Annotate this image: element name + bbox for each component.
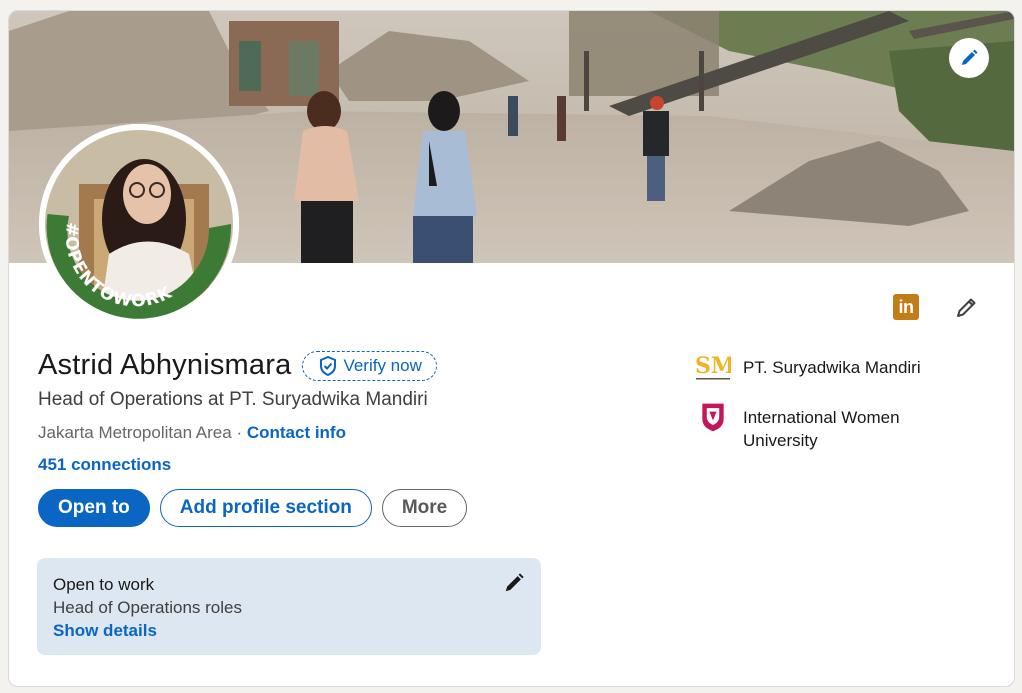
pencil-icon: [505, 573, 524, 592]
edit-cover-button[interactable]: [949, 38, 989, 78]
affiliation-school[interactable]: International Women University: [695, 401, 933, 452]
open-to-button[interactable]: Open to: [38, 489, 150, 527]
pencil-icon: [957, 298, 976, 317]
profile-headline: Head of Operations at PT. Suryadwika Man…: [38, 389, 428, 410]
verify-now-button[interactable]: Verify now: [302, 350, 437, 381]
open-to-work-card: Open to work Head of Operations roles Sh…: [37, 558, 541, 655]
affiliations: SM PT. Suryadwika Mandiri International …: [695, 351, 933, 470]
more-button[interactable]: More: [381, 489, 468, 527]
edit-open-to-work-button[interactable]: [503, 572, 525, 594]
profile-photo[interactable]: #OPENTOWORK: [39, 124, 239, 324]
svg-text:SM: SM: [695, 353, 731, 379]
edit-intro-button[interactable]: [953, 293, 981, 321]
affiliation-company[interactable]: SM PT. Suryadwika Mandiri: [695, 351, 933, 383]
profile-card: #OPENTOWORK in Astrid Abhynismara Verify…: [8, 10, 1015, 687]
connections-link[interactable]: 451 connections: [38, 455, 171, 475]
open-to-work-roles: Head of Operations roles: [53, 598, 242, 617]
location-text: Jakarta Metropolitan Area: [38, 423, 232, 442]
university-logo-icon: [702, 403, 724, 432]
company-logo-icon: SM: [695, 353, 731, 380]
verify-now-label: Verify now: [343, 355, 422, 375]
shield-check-icon: [320, 355, 337, 376]
open-to-work-title: Open to work: [53, 575, 155, 594]
linkedin-icon[interactable]: in: [893, 294, 919, 320]
contact-info-link[interactable]: Contact info: [247, 423, 346, 442]
affiliation-company-name: PT. Suryadwika Mandiri: [743, 358, 921, 377]
show-details-link[interactable]: Show details: [53, 621, 525, 641]
location-line: Jakarta Metropolitan Area · Contact info: [38, 423, 346, 443]
separator: ·: [231, 423, 247, 442]
pencil-icon: [962, 49, 978, 65]
affiliation-school-name: International Women University: [743, 408, 900, 450]
profile-name: Astrid Abhynismara: [38, 349, 292, 381]
add-profile-section-button[interactable]: Add profile section: [159, 489, 372, 527]
